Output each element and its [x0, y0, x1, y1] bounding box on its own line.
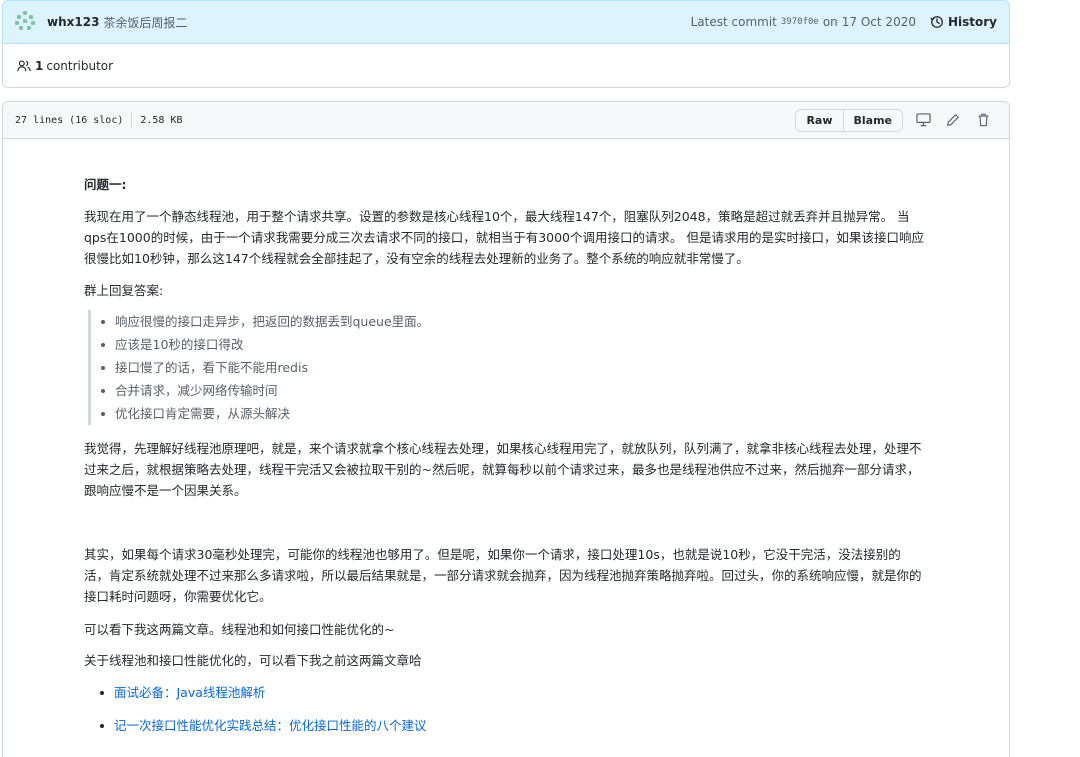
file-size: 2.58 KB — [140, 114, 183, 126]
article-links: 面试必备：Java线程池解析 记一次接口性能优化实践总结：优化接口性能的八个建议 — [100, 683, 427, 749]
file-actions: Raw Blame — [795, 108, 997, 132]
latest-commit-label: Latest commit — [690, 15, 777, 29]
list-item: 接口慢了的话，看下能不能用redis — [100, 356, 429, 379]
paragraph-group-reply: 群上回复答案: — [84, 283, 164, 298]
raw-blame-group: Raw Blame — [795, 108, 903, 132]
trash-icon[interactable] — [969, 109, 997, 131]
paragraph-articles-note: 关于线程池和接口性能优化的，可以看下我之前这两篇文章哈 — [84, 653, 422, 668]
commit-date: 17 Oct 2020 — [841, 15, 916, 29]
heading-question-one: 问题一: — [84, 177, 127, 192]
history-link[interactable]: History — [930, 15, 997, 29]
people-icon — [17, 59, 31, 71]
paragraph-problem: 我现在用了一个静态线程池，用于整个请求共享。设置的参数是核心线程10个，最大线程… — [84, 209, 924, 266]
latest-commit-bar: whx123 茶余饭后周报二 Latest commit 3970f0e on … — [2, 0, 1010, 44]
contributor-label: contributor — [46, 58, 114, 73]
article-link-threadpool[interactable]: 面试必备：Java线程池解析 — [114, 685, 265, 700]
desktop-icon[interactable] — [909, 109, 937, 131]
file-line-count: 27 lines (16 sloc) — [15, 114, 124, 126]
header-divider — [131, 112, 133, 128]
commit-sha-link[interactable]: 3970f0e — [781, 17, 819, 27]
paragraph-articles-intro: 可以看下我这两篇文章。线程池和如何接口性能优化的~ — [84, 622, 395, 637]
list-item: 合并请求，减少网络传输时间 — [100, 379, 429, 402]
list-item: 记一次接口性能优化实践总结：优化接口性能的八个建议 — [100, 716, 427, 749]
history-icon — [930, 16, 943, 28]
commit-meta: Latest commit 3970f0e on 17 Oct 2020 His… — [691, 15, 997, 29]
list-item: 优化接口肯定需要，从源头解决 — [100, 402, 429, 425]
commit-date-prefix: on — [822, 15, 838, 29]
list-item: 应该是10秒的接口得改 — [100, 333, 429, 356]
file-header: 27 lines (16 sloc) 2.58 KB Raw Blame — [3, 102, 1009, 139]
paragraph-opinion: 我觉得，先理解好线程池原理吧，就是，来个请求就拿个核心线程去处理，如果核心线程用… — [84, 441, 922, 498]
answers-blockquote: 响应很慢的接口走异步，把返回的数据丢到queue里面。 应该是10秒的接口得改 … — [88, 310, 429, 425]
history-label: History — [947, 15, 997, 29]
commit-message-link[interactable]: 茶余饭后周报二 — [103, 14, 187, 31]
article-link-performance[interactable]: 记一次接口性能优化实践总结：优化接口性能的八个建议 — [114, 718, 427, 733]
contributor-count: 1 — [35, 58, 44, 73]
list-item: 面试必备：Java线程池解析 — [100, 683, 427, 716]
commit-author-link[interactable]: whx123 — [47, 15, 99, 29]
list-item: 响应很慢的接口走异步，把返回的数据丢到queue里面。 — [100, 310, 429, 333]
pencil-icon[interactable] — [939, 109, 967, 131]
raw-button[interactable]: Raw — [796, 110, 842, 131]
contributors-bar[interactable]: 1 contributor — [2, 44, 1010, 88]
paragraph-explanation: 其实，如果每个请求30毫秒处理完，可能你的线程池也够用了。但是呢，如果你一个请求… — [84, 547, 922, 604]
blame-button[interactable]: Blame — [842, 109, 903, 131]
avatar[interactable] — [15, 11, 37, 33]
